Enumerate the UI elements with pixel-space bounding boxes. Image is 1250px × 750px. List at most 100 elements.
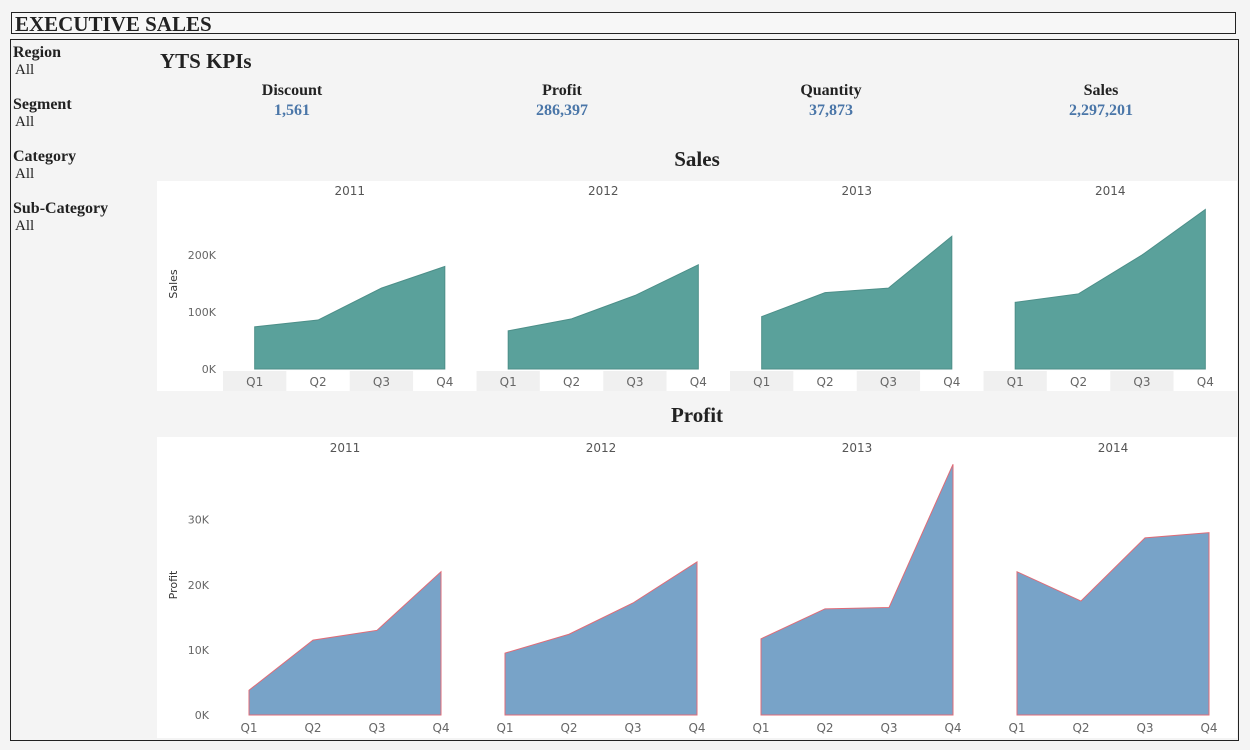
- data-point[interactable]: [570, 317, 574, 321]
- x-tick-label: Q3: [1133, 375, 1150, 389]
- data-point[interactable]: [1079, 599, 1083, 603]
- y-axis-label: Profit: [167, 570, 180, 599]
- filter-panel: Region All Segment All Category All Sub-…: [13, 44, 148, 252]
- x-tick-label: Q4: [1200, 721, 1217, 735]
- filter-value[interactable]: All: [13, 114, 148, 131]
- x-tick-label: Q1: [246, 375, 263, 389]
- filter-value[interactable]: All: [13, 62, 148, 79]
- data-point[interactable]: [316, 318, 320, 322]
- dashboard-title: EXECUTIVE SALES: [11, 12, 1236, 35]
- area-series-2012[interactable]: [507, 263, 699, 370]
- x-tick-label: Q1: [240, 721, 257, 735]
- x-tick-label: Q3: [373, 375, 390, 389]
- data-point[interactable]: [760, 315, 764, 319]
- x-tick-label: Q4: [436, 375, 453, 389]
- data-point[interactable]: [950, 234, 954, 238]
- kpi-profit: Profit 286,397: [462, 82, 662, 122]
- data-point[interactable]: [631, 601, 635, 605]
- x-tick-label: Q2: [304, 721, 321, 735]
- kpi-label: Sales: [1083, 82, 1119, 99]
- filter-category[interactable]: Category All: [13, 148, 148, 183]
- area-series-2013[interactable]: [761, 235, 953, 370]
- data-point[interactable]: [1015, 570, 1019, 574]
- filter-sub-category[interactable]: Sub-Category All: [13, 200, 148, 235]
- x-tick-label: Q4: [943, 375, 960, 389]
- x-tick-label: Q1: [753, 375, 770, 389]
- data-point[interactable]: [567, 632, 571, 636]
- data-point[interactable]: [443, 264, 447, 268]
- kpi-quantity: Quantity 37,873: [731, 82, 931, 122]
- x-tick-label: Q4: [1197, 375, 1214, 389]
- data-point[interactable]: [1143, 536, 1147, 540]
- kpi-section-title: YTS KPIs: [160, 49, 252, 73]
- y-tick-label: 10K: [188, 644, 210, 657]
- kpi-value: 37,873: [809, 102, 853, 119]
- panel-year-label: 2014: [1098, 441, 1129, 455]
- area-series-2011[interactable]: [248, 570, 442, 716]
- panel-year-label: 2014: [1095, 184, 1126, 198]
- filter-segment[interactable]: Segment All: [13, 96, 148, 131]
- x-tick-label: Q4: [944, 721, 961, 735]
- area-series-2013[interactable]: [760, 464, 954, 716]
- panel-year-label: 2013: [842, 441, 873, 455]
- data-point[interactable]: [823, 291, 827, 295]
- sales-chart-title: Sales: [674, 147, 720, 171]
- data-point[interactable]: [1140, 253, 1144, 257]
- filter-value[interactable]: All: [13, 166, 148, 183]
- data-point[interactable]: [887, 606, 891, 610]
- filter-label: Category: [13, 148, 77, 165]
- data-point[interactable]: [1013, 300, 1017, 304]
- data-point[interactable]: [375, 628, 379, 632]
- x-tick-label: Q2: [1072, 721, 1089, 735]
- x-tick-label: Q2: [816, 721, 833, 735]
- panel-year-label: 2012: [588, 184, 619, 198]
- filter-region[interactable]: Region All: [13, 44, 148, 79]
- area-series-2011[interactable]: [254, 265, 446, 370]
- kpi-sales: Sales 2,297,201: [1001, 82, 1201, 122]
- data-point[interactable]: [886, 286, 890, 290]
- x-tick-label: Q3: [624, 721, 641, 735]
- x-tick-label: Q3: [880, 375, 897, 389]
- filter-label: Segment: [13, 96, 72, 113]
- data-point[interactable]: [253, 325, 257, 329]
- kpi-label: Discount: [261, 82, 323, 99]
- kpi-value: 286,397: [536, 102, 588, 119]
- y-axis-label: Sales: [167, 269, 180, 299]
- data-point[interactable]: [247, 688, 251, 692]
- y-tick-label: 0K: [202, 363, 217, 376]
- x-tick-label: Q1: [500, 375, 517, 389]
- data-point[interactable]: [439, 570, 443, 574]
- data-point[interactable]: [951, 462, 955, 466]
- x-tick-label: Q2: [563, 375, 580, 389]
- profit-chart-title: Profit: [670, 403, 724, 427]
- y-tick-label: 0K: [195, 709, 210, 722]
- data-point[interactable]: [823, 607, 827, 611]
- kpi-label: Quantity: [800, 82, 862, 99]
- data-point[interactable]: [759, 637, 763, 641]
- data-point[interactable]: [1203, 208, 1207, 212]
- x-tick-label: Q1: [752, 721, 769, 735]
- data-point[interactable]: [1077, 292, 1081, 296]
- area-series-2014[interactable]: [1014, 208, 1206, 370]
- filter-value[interactable]: All: [13, 218, 148, 235]
- x-tick-label: Q4: [688, 721, 705, 735]
- sales-chart: Sales 0K 100K 200K 2011 Q1 Q2 Q3 Q4 2012 Q1 Q2 Q3 Q4 2…: [157, 181, 1237, 391]
- data-point[interactable]: [379, 286, 383, 290]
- x-tick-label: Q2: [1070, 375, 1087, 389]
- x-tick-label: Q2: [817, 375, 834, 389]
- data-point[interactable]: [1207, 531, 1211, 535]
- data-point[interactable]: [311, 638, 315, 642]
- area-series-2012[interactable]: [504, 561, 698, 716]
- kpi-label: Profit: [542, 82, 582, 99]
- data-point[interactable]: [506, 329, 510, 333]
- data-point[interactable]: [696, 263, 700, 267]
- data-point[interactable]: [633, 294, 637, 298]
- filter-label: Region: [13, 44, 61, 61]
- y-tick-label: 100K: [188, 306, 217, 319]
- x-tick-label: Q2: [560, 721, 577, 735]
- data-point[interactable]: [503, 651, 507, 655]
- x-tick-label: Q3: [1136, 721, 1153, 735]
- kpi-value: 2,297,201: [1069, 102, 1133, 119]
- area-series-2014[interactable]: [1016, 532, 1210, 716]
- data-point[interactable]: [695, 560, 699, 564]
